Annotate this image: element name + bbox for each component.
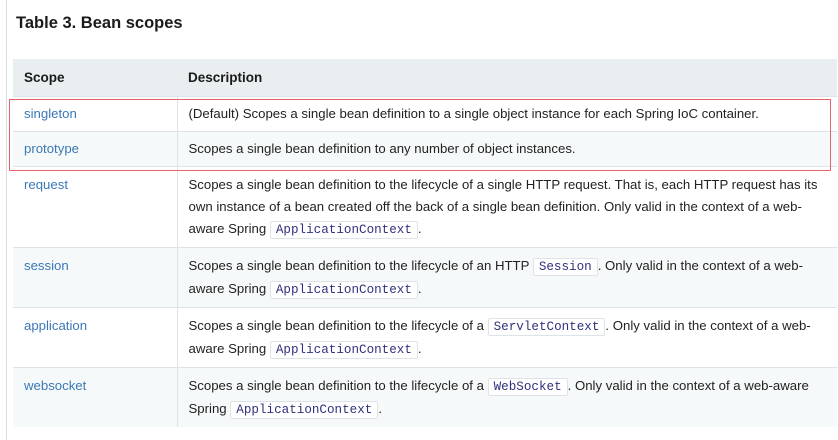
- scope-singleton: singleton: [13, 95, 178, 131]
- description-text: Scopes a single bean definition to the l…: [188, 377, 488, 393]
- code-servlet-context: ServletContext: [487, 317, 606, 336]
- table-row: application Scopes a single bean definit…: [13, 306, 837, 367]
- description-text: .: [378, 400, 383, 416]
- description-text: .: [417, 280, 422, 296]
- table-row: request Scopes a single bean definition …: [13, 165, 837, 247]
- scope-websocket: websocket: [13, 366, 178, 427]
- scope-session: session: [13, 246, 178, 307]
- description-text: .: [417, 340, 422, 356]
- description-cell: Scopes a single bean definition to the l…: [177, 246, 837, 307]
- scope-request: request: [13, 165, 178, 247]
- scope-prototype: prototype: [13, 130, 178, 166]
- code-application-context: ApplicationContext: [269, 340, 418, 359]
- description-text: Scopes a single bean definition to any n…: [188, 140, 576, 156]
- code-application-context: ApplicationContext: [230, 400, 379, 419]
- scope-application: application: [13, 306, 178, 367]
- description-text: .: [417, 220, 422, 236]
- header-scope: Scope: [24, 69, 65, 85]
- table-row: singleton (Default) Scopes a single bean…: [13, 95, 837, 131]
- table-row: websocket Scopes a single bean definitio…: [13, 366, 837, 427]
- description-cell: Scopes a single bean definition to any n…: [177, 130, 837, 166]
- code-application-context: ApplicationContext: [269, 220, 418, 239]
- bean-scopes-table: Scope Description singleton (Default) Sc…: [13, 59, 837, 427]
- description-cell: Scopes a single bean definition to the l…: [177, 366, 837, 427]
- description-cell: (Default) Scopes a single bean definitio…: [177, 95, 837, 131]
- code-websocket: WebSocket: [487, 377, 568, 396]
- page-left-border: [0, 0, 7, 440]
- table-row: session Scopes a single bean definition …: [13, 246, 837, 307]
- code-application-context: ApplicationContext: [269, 280, 418, 299]
- table-header-row: Scope Description: [13, 59, 837, 96]
- description-text: (Default) Scopes a single bean definitio…: [188, 105, 759, 121]
- code-session: Session: [532, 257, 598, 276]
- description-cell: Scopes a single bean definition to the l…: [177, 306, 837, 367]
- header-description: Description: [188, 69, 263, 85]
- description-text: Scopes a single bean definition to the l…: [188, 257, 533, 273]
- table-row: prototype Scopes a single bean definitio…: [13, 130, 837, 166]
- description-text: Scopes a single bean definition to the l…: [188, 317, 488, 333]
- description-cell: Scopes a single bean definition to the l…: [177, 165, 837, 247]
- table-title: Table 3. Bean scopes: [16, 14, 183, 32]
